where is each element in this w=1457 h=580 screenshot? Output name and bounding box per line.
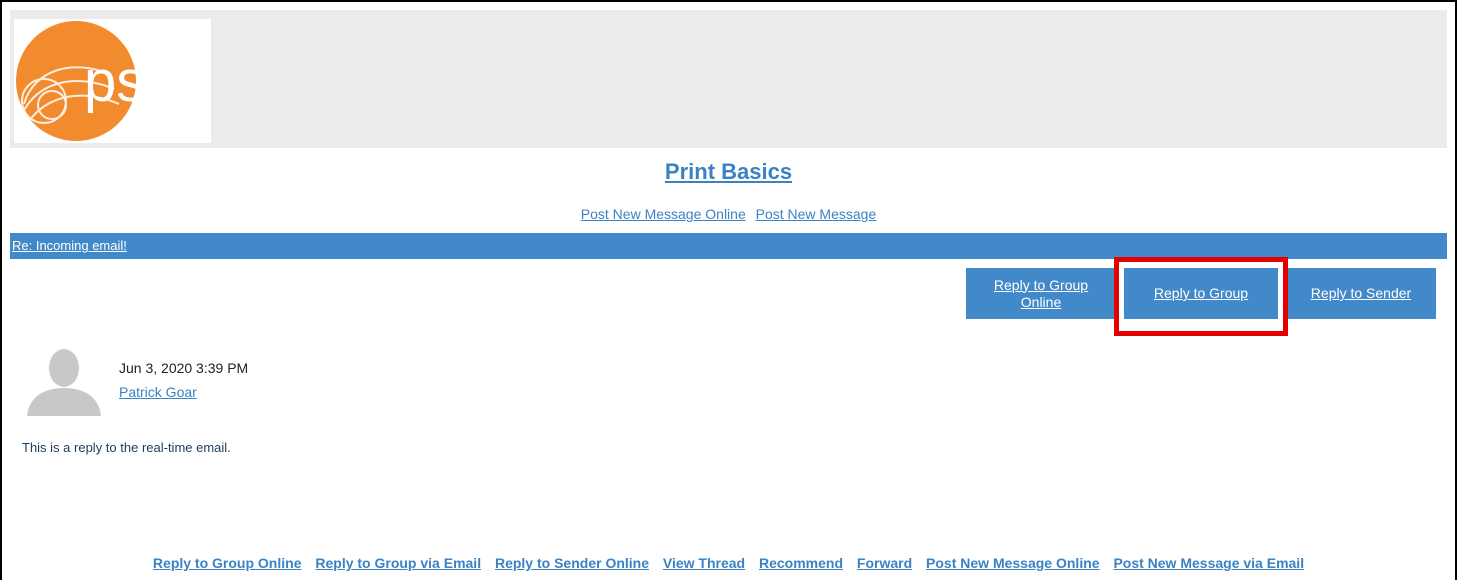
reply-to-group-online-button[interactable]: Reply to Group Online [966,268,1116,319]
highlight-annotation [1114,257,1288,336]
bottom-post-new-message-online-link[interactable]: Post New Message Online [926,555,1100,571]
bottom-view-thread-link[interactable]: View Thread [663,555,745,571]
psda-logo-icon: psda [16,21,211,141]
psda-logo[interactable]: psda [14,19,211,143]
header-banner [10,10,1447,148]
bottom-reply-to-group-email-link[interactable]: Reply to Group via Email [315,555,481,571]
reply-to-sender-button[interactable]: Reply to Sender [1286,268,1436,319]
reply-to-group-online-label: Reply to Group Online [993,276,1089,310]
post-new-message-online-link[interactable]: Post New Message Online [581,206,746,222]
logo-text: psda [84,49,211,114]
top-links: Post New Message Online Post New Message [0,206,1457,222]
avatar[interactable] [25,342,103,416]
thread-subject-bar: Re: Incoming email! [10,233,1447,259]
group-title[interactable]: Print Basics [0,159,1457,185]
thread-subject-link[interactable]: Re: Incoming email! [12,238,127,253]
bottom-recommend-link[interactable]: Recommend [759,555,843,571]
bottom-forward-link[interactable]: Forward [857,555,912,571]
bottom-reply-to-group-online-link[interactable]: Reply to Group Online [153,555,302,571]
post-author-link[interactable]: Patrick Goar [119,384,197,400]
post-new-message-link[interactable]: Post New Message [756,206,877,222]
bottom-action-links: Reply to Group Online Reply to Group via… [0,555,1457,571]
post-date: Jun 3, 2020 3:39 PM [119,360,249,376]
bottom-reply-to-sender-online-link[interactable]: Reply to Sender Online [495,555,649,571]
user-silhouette-icon [25,342,103,416]
bottom-post-new-message-email-link[interactable]: Post New Message via Email [1113,555,1304,571]
post-body: This is a reply to the real-time email. [22,440,231,455]
